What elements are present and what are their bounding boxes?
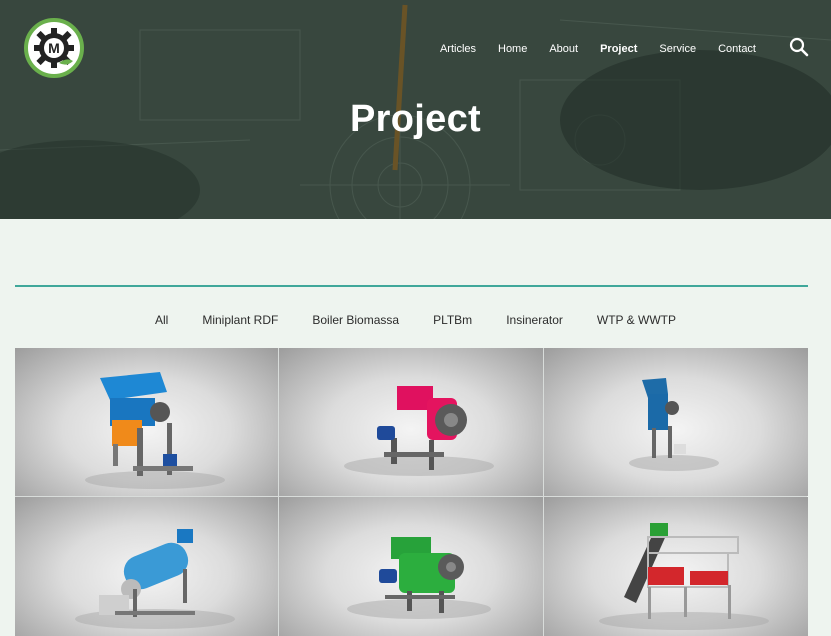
- project-thumbnail[interactable]: [15, 348, 278, 496]
- machine-image: [629, 378, 719, 471]
- filter-insinerator[interactable]: Insinerator: [489, 313, 580, 327]
- nav-service[interactable]: Service: [648, 42, 707, 56]
- page-title: Project: [350, 98, 481, 140]
- filter-miniplant-rdf[interactable]: Miniplant RDF: [185, 313, 295, 327]
- nav-contact[interactable]: Contact: [707, 42, 767, 56]
- machine-image: [85, 372, 225, 489]
- nav-home[interactable]: Home: [487, 42, 538, 56]
- nav-articles[interactable]: Articles: [429, 42, 487, 56]
- filter-boiler-biomassa[interactable]: Boiler Biomassa: [295, 313, 416, 327]
- nav-about[interactable]: About: [538, 42, 589, 56]
- project-filter-bar: All Miniplant RDF Boiler Biomassa PLTBm …: [0, 313, 831, 327]
- section-divider: [15, 285, 808, 287]
- search-button[interactable]: [789, 37, 809, 57]
- project-thumbnail[interactable]: [544, 497, 808, 636]
- project-thumbnail[interactable]: [279, 348, 543, 496]
- project-gallery: [15, 348, 808, 636]
- logo-letter: M: [48, 40, 60, 56]
- hero-banner: M Articles Home About Project Service Co…: [0, 0, 831, 219]
- search-icon: [789, 37, 809, 57]
- project-thumbnail[interactable]: [544, 348, 808, 496]
- project-thumbnail[interactable]: [15, 497, 278, 636]
- machine-image: [347, 537, 491, 619]
- main-nav: Articles Home About Project Service Cont…: [429, 42, 767, 56]
- filter-all[interactable]: All: [138, 313, 185, 327]
- site-logo[interactable]: M: [24, 18, 84, 78]
- machine-image: [75, 529, 235, 629]
- filter-wtp-wwtp[interactable]: WTP & WWTP: [580, 313, 693, 327]
- machine-image: [599, 523, 769, 630]
- gear-logo-icon: M: [34, 28, 74, 68]
- filter-pltbm[interactable]: PLTBm: [416, 313, 489, 327]
- nav-project[interactable]: Project: [589, 42, 648, 56]
- machine-image: [344, 386, 494, 476]
- project-thumbnail[interactable]: [279, 497, 543, 636]
